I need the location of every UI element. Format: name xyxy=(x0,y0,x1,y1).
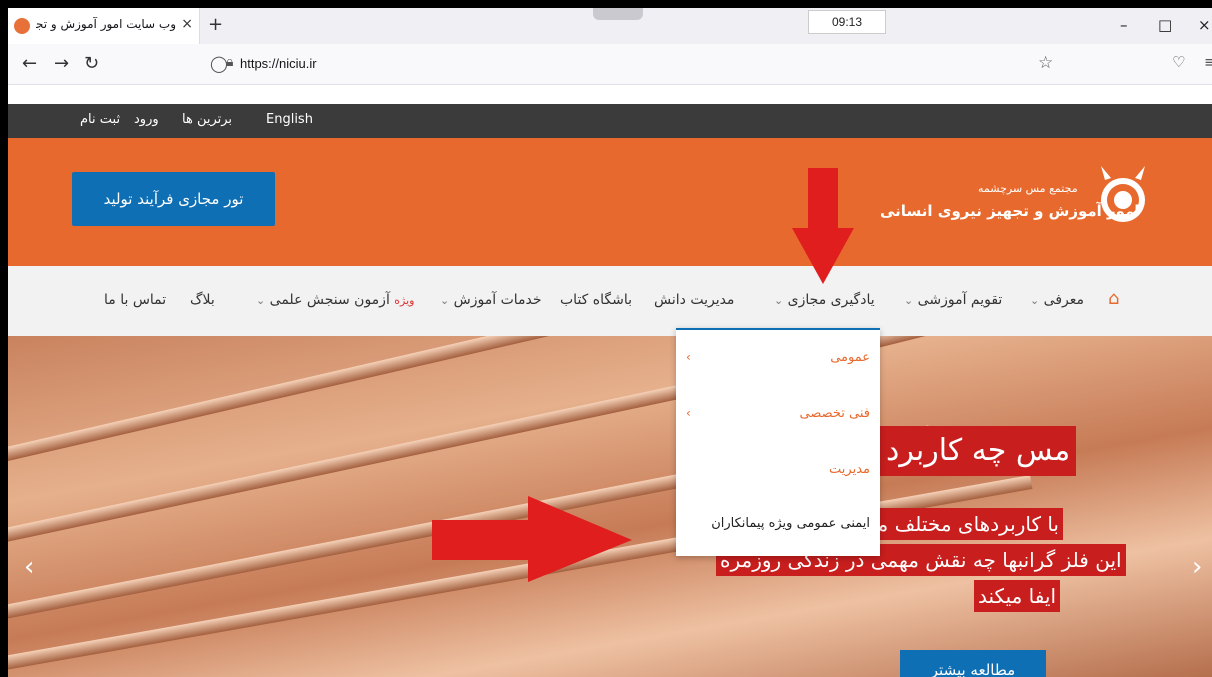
bookmark-star-icon[interactable]: ☆ xyxy=(1038,53,1053,73)
new-tab-icon[interactable]: + xyxy=(208,14,223,35)
url-field[interactable]: https://niciu.ir xyxy=(240,56,317,71)
tab-bar: وب سایت امور آموزش و تجهیز نی × + 09:13 … xyxy=(8,8,1212,44)
reload-icon[interactable]: ↻ xyxy=(84,53,99,74)
tab-title: وب سایت امور آموزش و تجهیز نی xyxy=(36,17,176,31)
site-header: تور مجازی فرآیند تولید مجتمع مس سرچشمه ا… xyxy=(8,138,1212,266)
english-link[interactable]: English xyxy=(266,112,313,127)
nav-item-exam[interactable]: ⌄ ویژه آزمون سنجش علمی xyxy=(256,292,415,308)
login-link[interactable]: ورود xyxy=(134,112,159,127)
tab-close-icon[interactable]: × xyxy=(181,16,193,32)
nav-item-label: معرفی xyxy=(1043,292,1085,308)
window-close-icon[interactable]: × xyxy=(1198,16,1211,34)
chevron-down-icon: ⌄ xyxy=(440,294,450,307)
url-bar: ← → ↻ ◯ 🔒︎ https://niciu.ir ☆ ♡ ≡ xyxy=(8,44,1212,85)
nav-item-label: خدمات آموزش xyxy=(453,292,542,308)
clock: 09:13 xyxy=(808,10,886,34)
nav-item-label: آزمون سنجش علمی xyxy=(269,292,390,308)
virtual-learning-dropdown: ‹ عمومی ‹ فنی تخصصی مدیریت ایمنی عمومی و… xyxy=(676,328,880,556)
nav-item-label: یادگیری مجازی xyxy=(787,292,875,308)
dropdown-item-general[interactable]: عمومی xyxy=(830,350,870,365)
dropdown-item-technical[interactable]: فنی تخصصی xyxy=(800,406,871,421)
nav-item-virtual-learning[interactable]: ⌄ یادگیری مجازی xyxy=(774,292,875,308)
top-links-bar: English برترین ها ورود ثبت نام xyxy=(8,104,1212,138)
nav-item-blog[interactable]: بلاگ xyxy=(190,292,215,308)
arrow-right-icon xyxy=(432,496,632,582)
nav-item-services[interactable]: ⌄ خدمات آموزش xyxy=(440,292,542,308)
minimize-icon[interactable]: – xyxy=(1120,16,1128,34)
virtual-tour-button[interactable]: تور مجازی فرآیند تولید xyxy=(72,172,275,226)
logo-title: امور آموزش و تجهیز نیروی انسانی xyxy=(880,202,1140,220)
top-link[interactable]: برترین ها xyxy=(182,112,232,127)
nav-item-label: تقویم آموزشی xyxy=(917,292,1003,308)
hero-line-1: با کاربردهای مختلف مس xyxy=(848,508,1064,540)
slider-prev-icon[interactable]: ‹ xyxy=(24,552,34,582)
browser-window: وب سایت امور آموزش و تجهیز نی × + 09:13 … xyxy=(8,8,1212,677)
hero-title: مس چه کاربرد xyxy=(880,426,1077,476)
logo-subtitle: مجتمع مس سرچشمه xyxy=(978,182,1078,195)
nav-item-book-club[interactable]: باشگاه کتاب xyxy=(560,292,632,308)
maximize-icon[interactable]: □ xyxy=(1158,16,1172,34)
chevron-left-icon: ‹ xyxy=(686,406,691,420)
read-more-button[interactable]: مطالعه بیشتر xyxy=(900,650,1046,677)
chevron-down-icon: ⌄ xyxy=(1030,294,1040,307)
arrow-down-icon xyxy=(792,168,854,284)
nav-item-calendar[interactable]: ⌄ تقویم آموزشی xyxy=(904,292,1002,308)
browser-tab[interactable]: وب سایت امور آموزش و تجهیز نی × xyxy=(8,8,200,44)
slider-next-icon[interactable]: › xyxy=(1192,552,1202,582)
back-icon[interactable]: ← xyxy=(22,53,37,74)
tab-handle xyxy=(593,8,643,20)
lock-icon[interactable]: 🔒︎ xyxy=(226,54,233,70)
dropdown-item-management[interactable]: مدیریت xyxy=(829,462,870,477)
nav-item-contact[interactable]: تماس با ما xyxy=(104,292,166,308)
chevron-down-icon: ⌄ xyxy=(774,294,784,307)
signup-link[interactable]: ثبت نام xyxy=(80,112,120,127)
chevron-down-icon: ⌄ xyxy=(904,294,914,307)
forward-icon[interactable]: → xyxy=(54,53,69,74)
menu-icon[interactable]: ≡ xyxy=(1204,53,1212,71)
pocket-icon[interactable]: ♡ xyxy=(1172,53,1185,71)
hero-line-3: ایفا میکند xyxy=(974,580,1061,612)
chevron-left-icon: ‹ xyxy=(686,350,691,364)
chevron-down-icon: ⌄ xyxy=(256,294,266,307)
favicon-icon xyxy=(14,18,30,34)
nav-item-knowledge[interactable]: مدیریت دانش xyxy=(654,292,734,308)
special-badge: ویژه xyxy=(394,294,415,307)
home-icon[interactable]: ⌂ xyxy=(1108,288,1119,309)
main-nav: ⌂ ⌄ معرفی ⌄ تقویم آموزشی ⌄ یادگیری مجازی… xyxy=(8,266,1212,336)
dropdown-item-contractor-safety[interactable]: ایمنی عمومی ویژه پیمانکاران xyxy=(711,516,870,531)
nav-item-intro[interactable]: ⌄ معرفی xyxy=(1030,292,1084,308)
